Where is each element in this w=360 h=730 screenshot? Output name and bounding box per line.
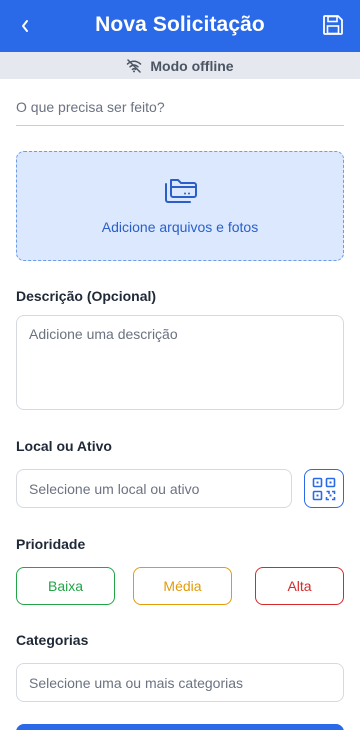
save-button[interactable] <box>322 14 346 38</box>
location-placeholder: Selecione um local ou ativo <box>29 480 200 497</box>
categories-placeholder: Selecione uma ou mais categorias <box>29 674 244 691</box>
qr-scan-button[interactable] <box>304 469 344 508</box>
description-field[interactable] <box>16 315 344 410</box>
folders-icon <box>165 179 197 203</box>
priority-label: Prioridade <box>16 536 86 552</box>
qr-code-icon <box>312 477 336 500</box>
app-header: Nova Solicitação <box>0 0 360 52</box>
location-select[interactable]: Selecione um local ou ativo <box>16 469 292 508</box>
categories-select[interactable]: Selecione uma ou mais categorias <box>16 663 344 702</box>
page-title: Nova Solicitação <box>95 13 265 36</box>
upload-area[interactable]: Adicione arquivos e fotos <box>16 151 344 261</box>
offline-label: Modo offline <box>150 57 234 74</box>
upload-label: Adicione arquivos e fotos <box>101 219 259 235</box>
floppy-disk-icon <box>323 15 343 35</box>
submit-button[interactable] <box>16 724 344 730</box>
description-label: Descrição (Opcional) <box>16 288 157 304</box>
priority-high-button[interactable]: Alta <box>255 567 344 605</box>
wifi-off-icon <box>127 58 142 73</box>
location-label: Local ou Ativo <box>16 438 112 454</box>
priority-medium-button[interactable]: Média <box>133 567 232 605</box>
categories-label: Categorias <box>16 632 89 648</box>
priority-low-button[interactable]: Baixa <box>16 567 115 605</box>
offline-banner: Modo offline <box>0 52 360 79</box>
title-input[interactable] <box>16 88 344 126</box>
